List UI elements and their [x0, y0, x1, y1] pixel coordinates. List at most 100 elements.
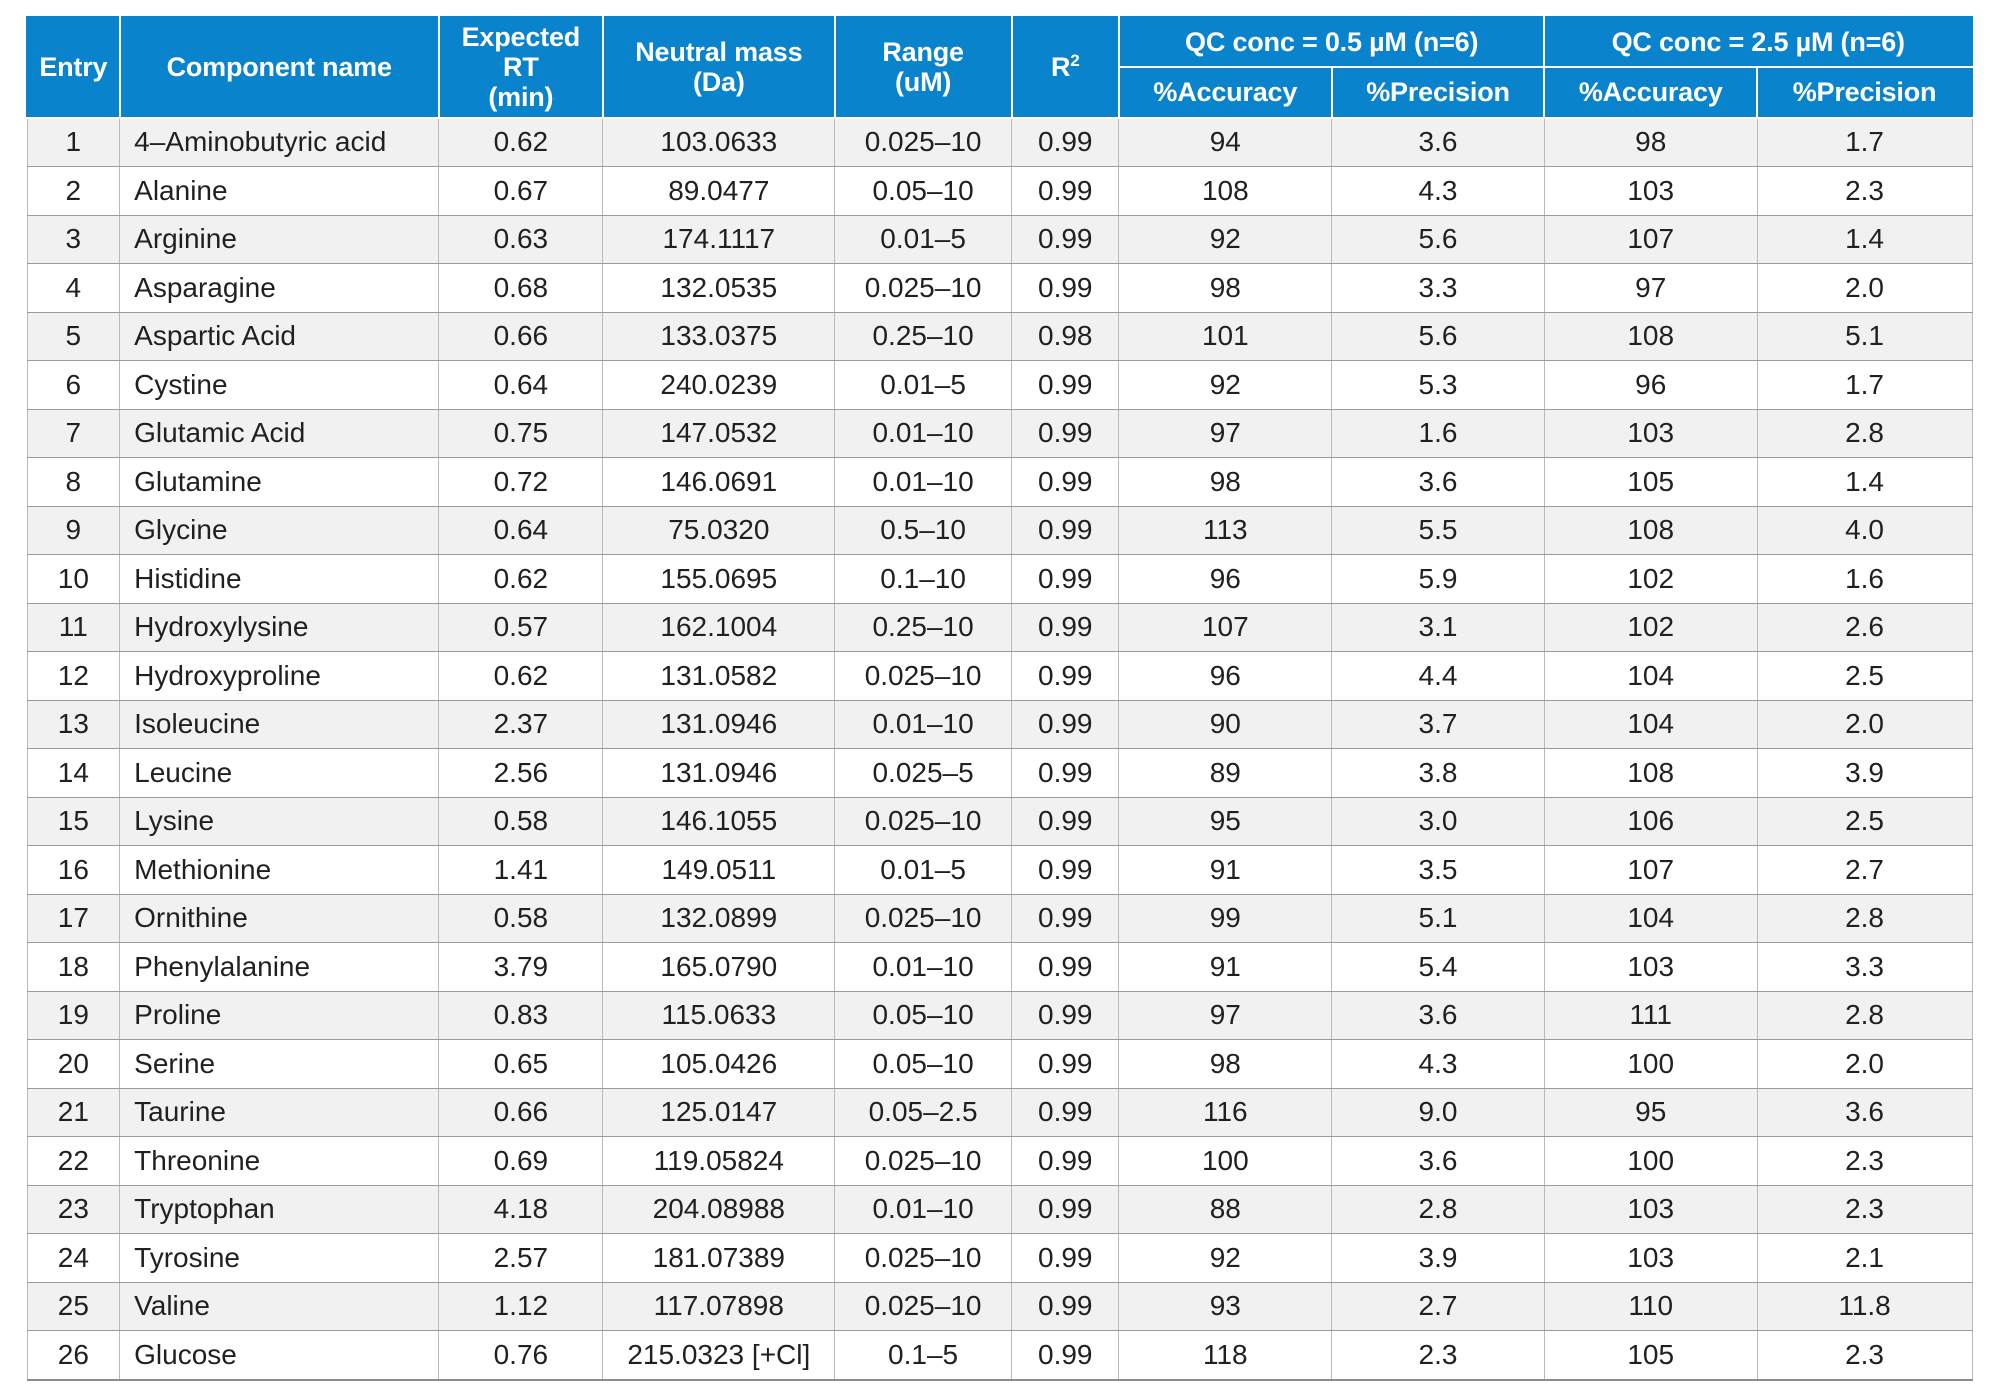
cell-accuracy-qc-0-5: 98 [1118, 457, 1333, 507]
cell-accuracy-qc-2-5: 98 [1544, 117, 1758, 168]
cell-accuracy-qc-0-5: 108 [1118, 166, 1333, 216]
cell-neutral-mass: 146.0691 [602, 457, 836, 507]
cell-neutral-mass: 147.0532 [602, 409, 836, 459]
cell-range: 0.01–10 [834, 409, 1013, 459]
cell-precision-qc-2-5: 2.8 [1757, 409, 1973, 459]
cell-precision-qc-0-5: 3.6 [1331, 457, 1545, 507]
cell-accuracy-qc-2-5: 108 [1544, 748, 1758, 798]
cell-component-name: Phenylalanine [119, 942, 440, 992]
cell-accuracy-qc-0-5: 88 [1118, 1185, 1333, 1235]
cell-precision-qc-0-5: 5.9 [1331, 554, 1545, 604]
cell-entry: 13 [26, 700, 121, 750]
cell-precision-qc-2-5: 2.3 [1757, 166, 1973, 216]
cell-expected-rt: 0.66 [438, 1088, 604, 1138]
cell-entry: 1 [26, 117, 121, 168]
cell-accuracy-qc-2-5: 108 [1544, 506, 1758, 556]
cell-r-squared: 0.99 [1011, 942, 1120, 992]
column-header-component-name: Component name [118, 16, 440, 119]
cell-precision-qc-0-5: 3.6 [1331, 117, 1545, 168]
cell-component-name: Tyrosine [119, 1233, 440, 1283]
cell-expected-rt: 1.12 [438, 1282, 604, 1332]
cell-component-name: Asparagine [119, 263, 440, 313]
cell-entry: 25 [26, 1282, 121, 1332]
cell-r-squared: 0.99 [1011, 894, 1120, 944]
page-root: Entry Component name Expected RT (min) N… [0, 0, 2000, 1399]
cell-accuracy-qc-2-5: 97 [1544, 263, 1758, 313]
cell-precision-qc-2-5: 2.0 [1757, 1039, 1973, 1089]
cell-accuracy-qc-2-5: 103 [1544, 409, 1758, 459]
cell-precision-qc-0-5: 3.1 [1331, 603, 1545, 653]
cell-accuracy-qc-0-5: 91 [1118, 942, 1333, 992]
cell-entry: 7 [26, 409, 121, 459]
cell-r-squared: 0.99 [1011, 1039, 1120, 1089]
cell-precision-qc-2-5: 3.6 [1757, 1088, 1973, 1138]
table-row: 24 Tyrosine 2.57 181.07389 0.025–10 0.99 92 3.9… [26, 1233, 1973, 1283]
cell-range: 0.025–10 [834, 797, 1013, 847]
cell-neutral-mass: 174.1117 [602, 215, 836, 265]
cell-precision-qc-0-5: 3.0 [1331, 797, 1545, 847]
cell-entry: 3 [26, 215, 121, 265]
table-row: 2 Alanine 0.67 89.0477 0.05–10 0.99 108 4.3 103 2… [26, 166, 1973, 216]
cell-precision-qc-0-5: 3.8 [1331, 748, 1545, 798]
table-row: 16 Methionine 1.41 149.0511 0.01–5 0.99 91 3.5 1… [26, 845, 1973, 895]
cell-neutral-mass: 132.0899 [602, 894, 836, 944]
cell-r-squared: 0.99 [1011, 409, 1120, 459]
cell-expected-rt: 4.18 [438, 1185, 604, 1235]
table-row: 11 Hydroxylysine 0.57 162.1004 0.25–10 0.99 10… [26, 603, 1973, 653]
cell-component-name: Threonine [119, 1136, 440, 1186]
cell-expected-rt: 0.58 [438, 894, 604, 944]
cell-range: 0.025–10 [834, 117, 1013, 168]
cell-precision-qc-0-5: 4.3 [1331, 166, 1545, 216]
cell-range: 0.01–5 [834, 360, 1013, 410]
cell-precision-qc-2-5: 4.0 [1757, 506, 1973, 556]
cell-precision-qc-2-5: 2.1 [1757, 1233, 1973, 1283]
cell-range: 0.05–10 [834, 991, 1013, 1041]
cell-neutral-mass: 131.0582 [602, 651, 836, 701]
cell-expected-rt: 0.63 [438, 215, 604, 265]
cell-accuracy-qc-0-5: 91 [1118, 845, 1333, 895]
cell-neutral-mass: 165.0790 [602, 942, 836, 992]
column-header-accuracy-qc-2-5: %Accuracy [1543, 66, 1759, 119]
cell-precision-qc-2-5: 1.4 [1757, 215, 1973, 265]
cell-range: 0.01–5 [834, 845, 1013, 895]
cell-neutral-mass: 103.0633 [602, 117, 836, 168]
cell-component-name: Proline [119, 991, 440, 1041]
cell-accuracy-qc-0-5: 96 [1118, 651, 1333, 701]
cell-precision-qc-2-5: 3.3 [1757, 942, 1973, 992]
cell-precision-qc-0-5: 4.4 [1331, 651, 1545, 701]
cell-range: 0.01–10 [834, 700, 1013, 750]
cell-accuracy-qc-2-5: 108 [1544, 312, 1758, 362]
table-row: 25 Valine 1.12 117.07898 0.025–10 0.99 93 2.7 11… [26, 1282, 1973, 1332]
cell-expected-rt: 0.67 [438, 166, 604, 216]
cell-accuracy-qc-2-5: 104 [1544, 651, 1758, 701]
cell-range: 0.05–2.5 [834, 1088, 1013, 1138]
r-squared-exponent: 2 [1070, 51, 1080, 71]
cell-neutral-mass: 131.0946 [602, 700, 836, 750]
cell-range: 0.01–10 [834, 457, 1013, 507]
cell-component-name: Hydroxyproline [119, 651, 440, 701]
table-body: 1 4–Aminobutyric acid 0.62 103.0633 0.025–10… [26, 117, 1973, 1381]
cell-accuracy-qc-0-5: 99 [1118, 894, 1333, 944]
cell-accuracy-qc-0-5: 92 [1118, 215, 1333, 265]
cell-accuracy-qc-0-5: 95 [1118, 797, 1333, 847]
cell-accuracy-qc-2-5: 95 [1544, 1088, 1758, 1138]
cell-range: 0.025–10 [834, 894, 1013, 944]
cell-precision-qc-0-5: 3.9 [1331, 1233, 1545, 1283]
cell-r-squared: 0.99 [1011, 700, 1120, 750]
cell-precision-qc-0-5: 3.7 [1331, 700, 1545, 750]
cell-component-name: Hydroxylysine [119, 603, 440, 653]
cell-precision-qc-2-5: 1.6 [1757, 554, 1973, 604]
cell-expected-rt: 3.79 [438, 942, 604, 992]
cell-r-squared: 0.99 [1011, 457, 1120, 507]
cell-expected-rt: 0.65 [438, 1039, 604, 1089]
cell-accuracy-qc-2-5: 100 [1544, 1136, 1758, 1186]
cell-entry: 12 [26, 651, 121, 701]
cell-entry: 21 [26, 1088, 121, 1138]
cell-r-squared: 0.99 [1011, 1185, 1120, 1235]
cell-entry: 23 [26, 1185, 121, 1235]
cell-entry: 5 [26, 312, 121, 362]
cell-accuracy-qc-0-5: 94 [1118, 117, 1333, 168]
table-row: 26 Glucose 0.76 215.0323 [+Cl] 0.1–5 0.99 118 2… [26, 1330, 1973, 1381]
cell-accuracy-qc-0-5: 97 [1118, 409, 1333, 459]
cell-neutral-mass: 162.1004 [602, 603, 836, 653]
